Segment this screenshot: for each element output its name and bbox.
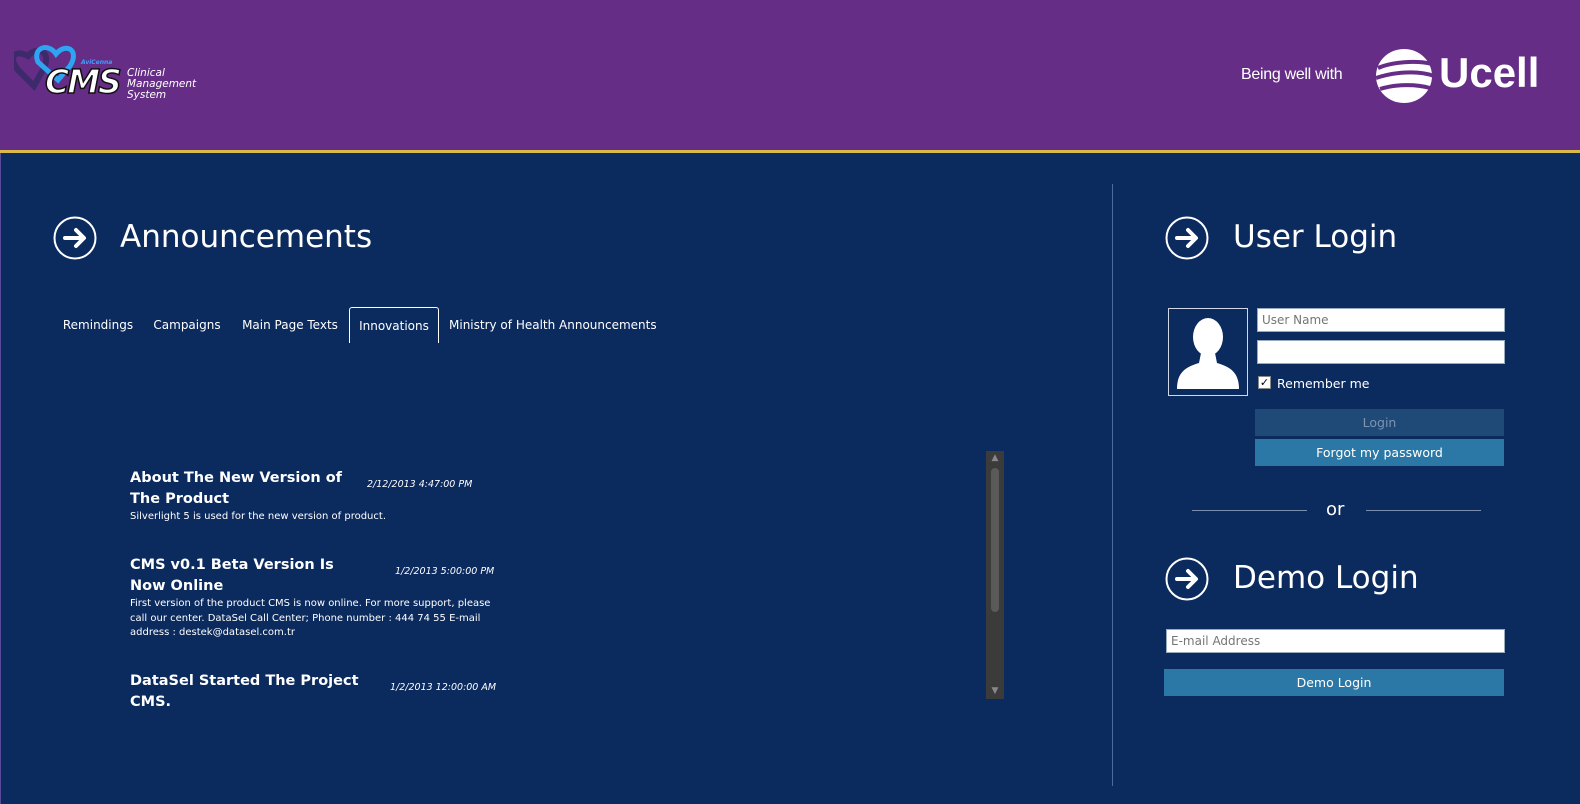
scroll-down-icon[interactable]: ▼ (986, 684, 1004, 699)
news-title: DataSel Started The Project CMS. (130, 673, 359, 710)
tab-ministry-of-health[interactable]: Ministry of Health Announcements (449, 307, 657, 341)
news-body: First version of the product CMS is now … (130, 598, 491, 638)
tab-main-page-texts[interactable]: Main Page Texts (241, 307, 339, 341)
list-item: DataSel Started The Project CMS. 1/2/201… (130, 671, 500, 710)
remember-label: Remember me (1277, 376, 1370, 391)
user-login-arrow-icon (1165, 216, 1209, 260)
news-body: Silverlight 5 is used for the new versio… (130, 511, 386, 522)
ucell-wordmark: Ucell (1439, 49, 1540, 96)
avatar (1168, 308, 1248, 396)
remember-checkbox[interactable]: ✓ (1258, 376, 1271, 389)
tagline: Being well with (1241, 66, 1343, 83)
announcements-arrow-icon (53, 216, 97, 260)
cms-logo: AviCenna CMS Clinical Management System (14, 40, 204, 110)
or-text: or (1326, 499, 1345, 520)
app-header: AviCenna CMS Clinical Management System … (0, 0, 1580, 150)
tab-innovations[interactable]: Innovations (349, 307, 439, 343)
demo-login-title: Demo Login (1233, 560, 1419, 596)
list-item: CMS v0.1 Beta Version Is Now Online 1/2/… (130, 555, 500, 645)
news-title: CMS v0.1 Beta Version Is Now Online (130, 557, 334, 594)
password-input[interactable] (1257, 340, 1505, 364)
news-scrollbar[interactable]: ▲ ▼ (986, 451, 1004, 699)
news-date: 1/2/2013 12:00:00 AM (390, 682, 497, 693)
tab-remindings[interactable]: Remindings (55, 307, 141, 341)
news-title: About The New Version of The Product (130, 470, 342, 507)
username-input[interactable] (1257, 308, 1505, 332)
user-login-title: User Login (1233, 219, 1398, 255)
list-item: About The New Version of The Product 2/1… (130, 468, 500, 528)
ucell-globe-icon (1375, 49, 1435, 103)
or-divider-left (1192, 510, 1307, 511)
announcements-title: Announcements (120, 219, 373, 255)
demo-login-button[interactable]: Demo Login (1164, 669, 1504, 696)
logo-description: Clinical Management System (127, 67, 197, 101)
scroll-up-icon[interactable]: ▲ (986, 451, 1004, 466)
vertical-divider (1112, 184, 1113, 786)
news-date: 1/2/2013 5:00:00 PM (395, 566, 495, 577)
scroll-thumb[interactable] (991, 468, 999, 612)
user-silhouette-icon (1177, 318, 1239, 389)
email-field[interactable] (1166, 629, 1505, 653)
ucell-logo: Ucell (1372, 46, 1542, 106)
tab-campaigns[interactable]: Campaigns (151, 307, 223, 341)
demo-login-arrow-icon (1165, 557, 1209, 601)
or-divider-right (1366, 510, 1481, 511)
logo-brand: CMS (44, 61, 122, 102)
login-button[interactable]: Login (1255, 409, 1504, 436)
forgot-password-button[interactable]: Forgot my password (1255, 439, 1504, 466)
news-date: 2/12/2013 4:47:00 PM (367, 479, 473, 490)
